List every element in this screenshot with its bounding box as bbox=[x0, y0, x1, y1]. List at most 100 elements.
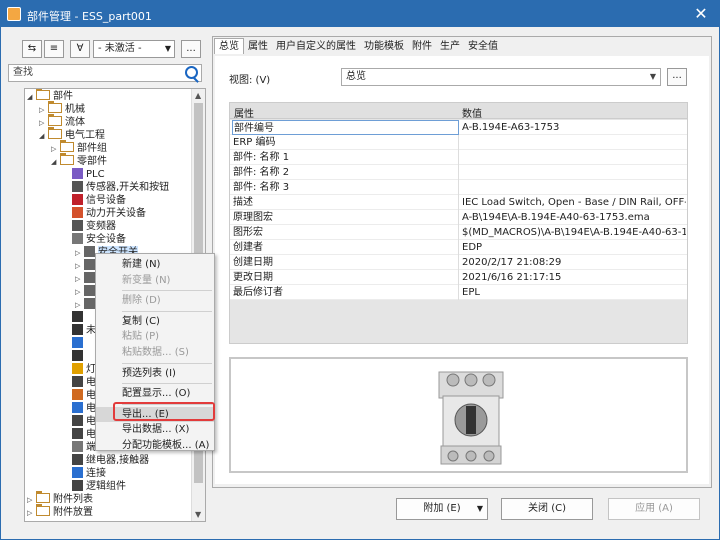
collapse-arrow-icon[interactable]: ▷ bbox=[27, 507, 36, 520]
table-row[interactable]: ERP 编码 bbox=[230, 135, 687, 150]
table-row[interactable]: 原理图宏 A-B\194E\A-B.194E-A40-63-1753.ema bbox=[230, 210, 687, 225]
tab-4[interactable]: 附件 bbox=[408, 39, 436, 55]
tree-node[interactable]: 变频器 bbox=[63, 220, 116, 233]
tab-5[interactable]: 生产 bbox=[436, 39, 464, 55]
property-name: 创建日期 bbox=[232, 255, 459, 270]
expand-arrow-icon[interactable]: ◢ bbox=[27, 91, 36, 104]
motor2-icon bbox=[72, 415, 83, 426]
filter-select[interactable]: - 未激活 - ▼ bbox=[93, 40, 175, 58]
apply-button[interactable]: 应用 (A) bbox=[608, 498, 700, 520]
tree-node[interactable]: ◢ 电气工程 bbox=[39, 127, 105, 143]
table-row[interactable]: 创建者 EDP bbox=[230, 240, 687, 255]
property-value[interactable]: IEC Load Switch, Open - Base / DIN Rail,… bbox=[462, 195, 686, 210]
table-row[interactable]: 最后修订者 EPL bbox=[230, 285, 687, 300]
search-input[interactable]: 查找 bbox=[8, 64, 202, 82]
tree-node[interactable]: 安全设备 bbox=[63, 233, 126, 246]
folder-icon bbox=[36, 504, 50, 516]
scroll-down-icon[interactable]: ▼ bbox=[195, 510, 201, 519]
menu-item[interactable]: 预选列表 (I) bbox=[96, 366, 214, 381]
tree-node[interactable] bbox=[63, 311, 86, 324]
search-icon[interactable] bbox=[185, 66, 198, 79]
filter-value: - 未激活 - bbox=[98, 43, 142, 54]
tree-node[interactable] bbox=[63, 350, 86, 363]
menu-item[interactable]: 删除 (D) bbox=[96, 293, 214, 308]
property-name: 部件: 名称 1 bbox=[232, 150, 459, 165]
property-value[interactable] bbox=[462, 135, 686, 150]
property-value[interactable] bbox=[462, 180, 686, 195]
tree-node[interactable]: ◢ 零部件 bbox=[51, 153, 107, 169]
property-value[interactable] bbox=[462, 150, 686, 165]
list-view-button[interactable]: ≡ bbox=[44, 40, 64, 58]
tab-0[interactable]: 总览 bbox=[214, 38, 244, 54]
table-row[interactable]: 部件: 名称 1 bbox=[230, 150, 687, 165]
tree-node[interactable]: 连接 bbox=[63, 467, 106, 480]
property-value[interactable]: A-B\194E\A-B.194E-A40-63-1753.ema bbox=[462, 210, 686, 225]
attach-button[interactable]: 附加 (E) ▼ bbox=[396, 498, 488, 520]
tree-node[interactable]: 逻辑组件 bbox=[63, 480, 126, 493]
tab-2[interactable]: 用户自定义的属性 bbox=[272, 39, 360, 55]
menu-item[interactable]: 复制 (C) bbox=[96, 314, 214, 329]
property-value[interactable]: EPL bbox=[462, 285, 686, 300]
property-value[interactable]: 2021/6/16 21:17:15 bbox=[462, 270, 686, 285]
expand-arrow-icon[interactable]: ◢ bbox=[51, 156, 60, 169]
menu-item[interactable]: 配置显示... (O) bbox=[96, 386, 214, 401]
view-value: 总览 bbox=[346, 71, 366, 82]
tree-view-button[interactable]: ⇆ bbox=[22, 40, 42, 58]
property-value[interactable]: EDP bbox=[462, 240, 686, 255]
menu-item[interactable]: 粘贴 (P) bbox=[96, 329, 214, 344]
switch-icon bbox=[84, 298, 95, 309]
filter-icon[interactable]: ∀ bbox=[70, 40, 90, 58]
menu-item[interactable]: 粘贴数据... (S) bbox=[96, 345, 214, 360]
tree-node[interactable] bbox=[63, 337, 86, 350]
tree-node[interactable]: 灯 bbox=[63, 363, 96, 376]
folder-icon bbox=[60, 153, 74, 165]
tree-node[interactable]: ▷ 流体 bbox=[39, 114, 85, 129]
tab-6[interactable]: 安全值 bbox=[464, 39, 502, 55]
expand-arrow-icon[interactable]: ◢ bbox=[39, 130, 48, 143]
property-value[interactable]: 2020/2/17 21:08:29 bbox=[462, 255, 686, 270]
table-row[interactable]: 部件: 名称 3 bbox=[230, 180, 687, 195]
property-value[interactable]: A-B.194E-A63-1753 bbox=[462, 120, 686, 135]
tree-node[interactable]: 继电器,接触器 bbox=[63, 454, 149, 467]
tab-3[interactable]: 功能模板 bbox=[360, 39, 408, 55]
filter-more-button[interactable]: ... bbox=[181, 40, 201, 58]
tree-node-label: 安全设备 bbox=[86, 234, 126, 245]
grid-header-property[interactable]: 属性 bbox=[234, 105, 254, 120]
property-name: 图形宏 bbox=[232, 225, 459, 240]
tree-node[interactable]: 电 bbox=[63, 402, 96, 415]
tree-node[interactable]: 电 bbox=[63, 376, 96, 389]
tree-node[interactable]: 信号设备 bbox=[63, 194, 126, 207]
scroll-up-icon[interactable]: ▲ bbox=[195, 91, 201, 100]
close-button[interactable]: 关闭 (C) bbox=[501, 498, 593, 520]
tree-node[interactable]: 电 bbox=[63, 428, 96, 441]
tree-node[interactable]: 电 bbox=[63, 389, 96, 402]
table-row[interactable]: 更改日期 2021/6/16 21:17:15 bbox=[230, 270, 687, 285]
close-window-icon[interactable]: ✕ bbox=[691, 4, 711, 24]
tree-node-label: 变频器 bbox=[86, 221, 116, 232]
folder-icon bbox=[48, 127, 62, 139]
view-select[interactable]: 总览 ▼ bbox=[341, 68, 661, 86]
table-row[interactable]: 部件编号 A-B.194E-A63-1753 bbox=[230, 120, 687, 135]
grid-header-value[interactable]: 数值 bbox=[462, 105, 482, 120]
tree-node[interactable]: 传感器,开关和按钮 bbox=[63, 181, 169, 194]
menu-item[interactable]: 新建 (N) bbox=[96, 257, 214, 272]
view-more-button[interactable]: ... bbox=[667, 68, 687, 86]
tree-node[interactable]: 未 bbox=[63, 324, 96, 337]
tree-node-label: 附件放置 bbox=[53, 507, 93, 518]
menu-item[interactable]: 导出数据... (X) bbox=[96, 422, 214, 437]
property-value[interactable]: $(MD_MACROS)\A-B\194E\A-B.194E-A40-63-17… bbox=[462, 225, 686, 240]
table-row[interactable]: 描述 IEC Load Switch, Open - Base / DIN Rai… bbox=[230, 195, 687, 210]
table-row[interactable]: 部件: 名称 2 bbox=[230, 165, 687, 180]
tree-node[interactable]: ▷ 机械 bbox=[39, 101, 85, 116]
tree-node[interactable]: 电 bbox=[63, 415, 96, 428]
tree-node[interactable]: PLC bbox=[63, 168, 105, 181]
menu-item[interactable]: 分配功能模板... (A) bbox=[96, 438, 214, 453]
table-row[interactable]: 创建日期 2020/2/17 21:08:29 bbox=[230, 255, 687, 270]
tree-node[interactable]: 动力开关设备 bbox=[63, 207, 146, 220]
tab-1[interactable]: 属性 bbox=[244, 39, 272, 55]
property-value[interactable] bbox=[462, 165, 686, 180]
view-label: 视图: (V) bbox=[229, 75, 271, 86]
menu-item[interactable]: 新变量 (N) bbox=[96, 273, 214, 288]
tree-node[interactable]: ▷ 附件放置 bbox=[27, 504, 93, 520]
table-row[interactable]: 图形宏 $(MD_MACROS)\A-B\194E\A-B.194E-A40-63… bbox=[230, 225, 687, 240]
